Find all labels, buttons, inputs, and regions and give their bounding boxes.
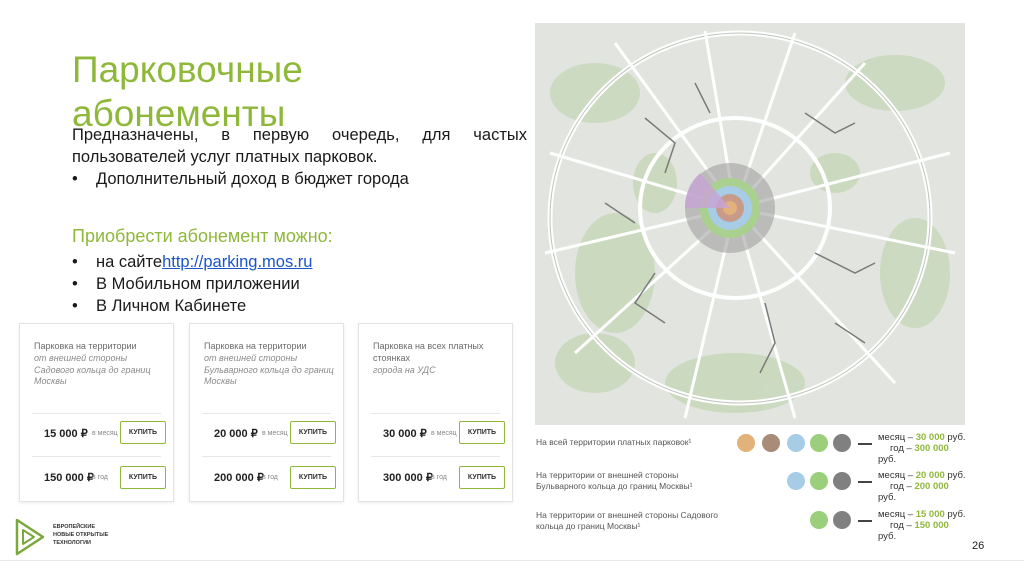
buy-list: • на сайте http://parking.mos.ru • В Моб… (72, 251, 312, 317)
company-logo-icon (14, 518, 46, 561)
legend-dash (858, 443, 872, 445)
moscow-parking-map (535, 23, 965, 425)
card-title: Парковка на территории (204, 341, 307, 351)
card-price-month: 30 000 ₽ (383, 428, 427, 440)
card-divider (32, 456, 161, 457)
card-price-year: 300 000 ₽ (383, 472, 433, 484)
card-divider (371, 413, 500, 414)
slide-title: Парковочные абонементы (72, 49, 303, 134)
legend-month-label: месяц – (878, 432, 914, 443)
buy-month-button[interactable]: КУПИТЬ (459, 421, 505, 444)
zone-color-swatch (787, 434, 805, 452)
legend-text: На всей территории платных парковок¹ (536, 437, 692, 447)
buy-year-button[interactable]: КУПИТЬ (120, 466, 166, 489)
legend-month-label: месяц – (878, 509, 914, 520)
zone-color-swatch (833, 472, 851, 490)
company-logo-text: ЕВРОПЕЙСКИЕ НОВЫЕ ОТКРЫТЫЕ ТЕХНОЛОГИИ (53, 523, 108, 547)
legend-year-value: 300 000 (914, 443, 949, 454)
legend-year-value: 150 000 (914, 520, 949, 531)
legend-dash (858, 520, 872, 522)
card-per-month: в месяц (431, 430, 457, 437)
buy-item-app: • В Мобильном приложении (72, 273, 312, 295)
buy-item-site: • на сайте http://parking.mos.ru (72, 251, 312, 273)
zone-color-swatch (810, 434, 828, 452)
bullet-dot: • (72, 275, 78, 293)
legend-currency: руб. (947, 509, 966, 520)
legend-dash (858, 481, 872, 483)
card-divider (32, 413, 161, 414)
card-divider (202, 413, 331, 414)
legend-year-label: год – (890, 481, 912, 492)
card-per-year: в год (92, 474, 108, 481)
legend-year-label: год – (890, 443, 912, 454)
page-number: 26 (972, 540, 985, 552)
map-graphic (535, 23, 965, 425)
buy-year-button[interactable]: КУПИТЬ (459, 466, 505, 489)
buy-month-button[interactable]: КУПИТЬ (120, 421, 166, 444)
card-price-year: 200 000 ₽ (214, 472, 264, 484)
card-divider (371, 456, 500, 457)
description-bullet: • Дополнительный доход в бюджет города (72, 168, 527, 190)
legend-price: месяц – 20 000 руб. год – 200 000 руб. (878, 470, 968, 503)
legend-year-label: год – (890, 520, 912, 531)
zone-color-swatch (833, 434, 851, 452)
bullet-dot: • (72, 253, 78, 271)
legend-currency: руб. (878, 531, 897, 542)
card-title: Парковка на территории (34, 341, 137, 351)
legend-year-value: 200 000 (914, 481, 949, 492)
legend-text: На территории от внешней стороны Бульвар… (536, 470, 693, 491)
card-subtitle: от внешней стороны Бульварного кольца до… (204, 353, 334, 386)
buy-item-cabinet-label: В Личном Кабинете (96, 297, 247, 315)
buy-item-site-prefix: на сайте (96, 253, 163, 271)
card-price-year: 150 000 ₽ (44, 472, 94, 484)
slide-description: Предназначены, в первую очередь, для час… (72, 124, 527, 190)
bullet-dot: • (72, 297, 78, 315)
card-subtitle: города на УДС (373, 365, 436, 375)
logo-line-1: ЕВРОПЕЙСКИЕ (53, 524, 96, 530)
legend-price: месяц – 15 000 руб. год – 150 000 руб. (878, 509, 968, 542)
legend-currency: руб. (947, 432, 966, 443)
card-per-month: в месяц (262, 430, 288, 437)
card-per-month: в месяц (92, 430, 118, 437)
subscription-card: Парковка на всех платных стоянках города… (358, 323, 513, 502)
card-price-month: 15 000 ₽ (44, 428, 88, 440)
legend-month-label: месяц – (878, 470, 914, 481)
legend-currency: руб. (947, 470, 966, 481)
zone-color-swatch (810, 472, 828, 490)
footer-divider (0, 560, 1024, 561)
logo-line-3: ТЕХНОЛОГИИ (53, 540, 91, 546)
card-title: Парковка на всех платных стоянках (373, 341, 484, 363)
buy-year-button[interactable]: КУПИТЬ (290, 466, 336, 489)
card-divider (202, 456, 331, 457)
card-per-year: в год (431, 474, 447, 481)
legend-month-value: 20 000 (915, 470, 945, 481)
zone-color-swatch (810, 511, 828, 529)
legend-text: На территории от внешней стороны Садовог… (536, 510, 718, 531)
legend-price: месяц – 30 000 руб. год – 300 000 руб. (878, 432, 968, 465)
card-subtitle: от внешней стороны Садового кольца до гр… (34, 353, 151, 386)
zone-color-swatch (787, 472, 805, 490)
legend-month-value: 30 000 (915, 432, 945, 443)
parking-site-link[interactable]: http://parking.mos.ru (162, 251, 312, 273)
buy-month-button[interactable]: КУПИТЬ (290, 421, 336, 444)
legend-currency: руб. (878, 492, 897, 503)
card-per-year: в год (262, 474, 278, 481)
subscription-card: Парковка на территории от внешней сторон… (19, 323, 174, 502)
logo-line-2: НОВЫЕ ОТКРЫТЫЕ (53, 532, 109, 538)
buy-item-cabinet: • В Личном Кабинете (72, 295, 312, 317)
zone-color-swatch (833, 511, 851, 529)
card-price-month: 20 000 ₽ (214, 428, 258, 440)
legend-currency: руб. (878, 454, 897, 465)
buy-heading: Приобрести абонемент можно: (72, 226, 333, 246)
bullet-text: Дополнительный доход в бюджет города (96, 170, 409, 188)
legend-month-value: 15 000 (915, 509, 945, 520)
zone-color-swatch (737, 434, 755, 452)
buy-item-app-label: В Мобильном приложении (96, 275, 300, 293)
description-text: Предназначены, в первую очередь, для час… (72, 126, 527, 166)
zone-color-swatch (762, 434, 780, 452)
bullet-dot: • (72, 170, 78, 188)
subscription-card: Парковка на территории от внешней сторон… (189, 323, 344, 502)
